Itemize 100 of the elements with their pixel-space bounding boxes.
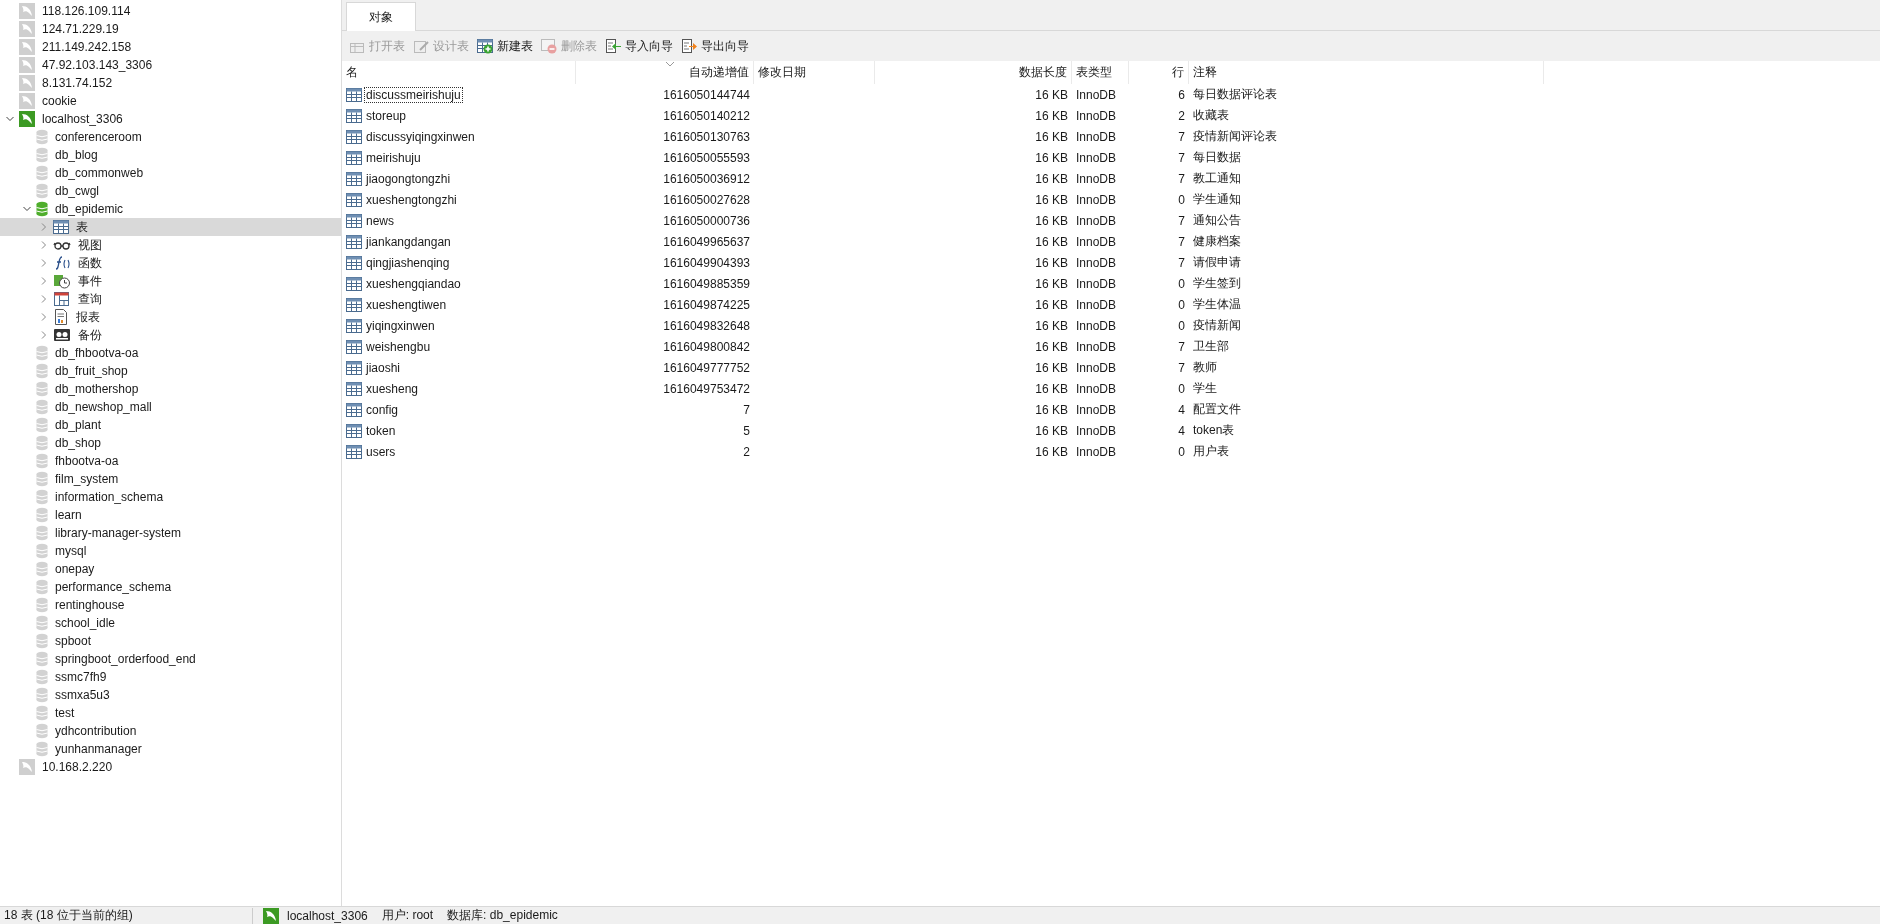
table-cell-text: 1616049777752 — [662, 359, 751, 377]
tree-item[interactable]: ssmxa5u3 — [0, 686, 341, 704]
tree-item[interactable]: 10.168.2.220 — [0, 758, 341, 776]
table-name[interactable]: config — [364, 401, 401, 418]
table-icon — [346, 107, 362, 124]
status-text: 数据库: db_epidemic — [447, 907, 558, 924]
table-name[interactable]: token — [364, 422, 398, 439]
column-header[interactable]: 数据长度 — [875, 61, 1072, 84]
tree-item[interactable]: 事件 — [0, 272, 341, 290]
tree-item[interactable]: db_commonweb — [0, 164, 341, 182]
table-cell-text: 16 KB — [1034, 338, 1069, 356]
tree-item[interactable]: film_system — [0, 470, 341, 488]
table-name[interactable]: jiaogongtongzhi — [364, 170, 453, 187]
table-name[interactable]: users — [364, 443, 398, 460]
table-name[interactable]: qingjiashenqing — [364, 254, 452, 271]
table-cell-text: 16 KB — [1034, 296, 1069, 314]
tree-item[interactable]: db_newshop_mall — [0, 398, 341, 416]
tree-item[interactable]: localhost_3306 — [0, 110, 341, 128]
column-header[interactable]: 修改日期 — [754, 61, 875, 84]
table-cell-text: 7 — [742, 401, 751, 419]
column-header[interactable]: 表类型 — [1072, 61, 1129, 84]
tree-item[interactable]: db_fhbootva-oa — [0, 344, 341, 362]
tree-item[interactable]: 查询 — [0, 290, 341, 308]
tree-item[interactable]: 表 — [0, 218, 341, 236]
tree-item[interactable]: springboot_orderfood_end — [0, 650, 341, 668]
toolbar-button[interactable]: 导出向导 — [678, 35, 752, 57]
tree-item[interactable]: db_cwgl — [0, 182, 341, 200]
table-cell-text: 健康档案 — [1192, 233, 1242, 250]
toolbar-button[interactable]: 新建表 — [474, 35, 536, 57]
tree-item[interactable]: ssmc7fh9 — [0, 668, 341, 686]
table-cell-text: 16 KB — [1034, 275, 1069, 293]
table-name[interactable]: weishengbu — [364, 338, 433, 355]
tree-item[interactable]: onepay — [0, 560, 341, 578]
table-name[interactable]: xueshengtongzhi — [364, 191, 459, 208]
tree-item[interactable]: rentinghouse — [0, 596, 341, 614]
tree-item[interactable]: 47.92.103.143_3306 — [0, 56, 341, 74]
tree-item[interactable]: 备份 — [0, 326, 341, 344]
clock-icon — [53, 273, 71, 289]
table-name[interactable]: yiqingxinwen — [364, 317, 437, 334]
tree-item[interactable]: 8.131.74.152 — [0, 74, 341, 92]
status-text: 用户: root — [381, 907, 434, 924]
tree-item[interactable]: 报表 — [0, 308, 341, 326]
tree-item[interactable]: performance_schema — [0, 578, 341, 596]
table-cell-text: 16 KB — [1034, 359, 1069, 377]
tree-item[interactable]: mysql — [0, 542, 341, 560]
table-cell-text: 16 KB — [1034, 422, 1069, 440]
tree-item[interactable]: cookie — [0, 92, 341, 110]
table-icon — [346, 86, 362, 103]
table-cell-text: InnoDB — [1075, 422, 1118, 440]
table-name[interactable]: news — [364, 212, 396, 229]
tree-item[interactable]: db_fruit_shop — [0, 362, 341, 380]
toolbar-button[interactable]: 导入向导 — [602, 35, 676, 57]
table-cell-text: 学生 — [1192, 380, 1218, 397]
table-icon — [53, 219, 69, 235]
table-icon — [346, 422, 362, 439]
column-header[interactable]: 名 — [344, 61, 576, 84]
table-cell-text: 学生通知 — [1192, 191, 1242, 208]
table-name[interactable]: meirishuju — [364, 149, 423, 166]
tree-item[interactable]: ydhcontribution — [0, 722, 341, 740]
tree-item[interactable]: 视图 — [0, 236, 341, 254]
table-name[interactable]: xuesheng — [364, 380, 421, 397]
table-cell-text: token表 — [1192, 422, 1236, 439]
table-cell-text: 6 — [1177, 86, 1186, 104]
column-header[interactable]: 行 — [1129, 61, 1189, 84]
tree-item[interactable]: db_plant — [0, 416, 341, 434]
tree-item[interactable]: db_blog — [0, 146, 341, 164]
column-header[interactable]: 自动递增值 — [576, 61, 754, 84]
tree-item[interactable]: fhbootva-oa — [0, 452, 341, 470]
table-cell-text: 通知公告 — [1192, 212, 1242, 229]
table-name[interactable]: jiaoshi — [364, 359, 403, 376]
table-cell-text: 1616049832648 — [662, 317, 751, 335]
table-cell-text: InnoDB — [1075, 128, 1118, 146]
tree-item[interactable]: 124.71.229.19 — [0, 20, 341, 38]
tree-item[interactable]: information_schema — [0, 488, 341, 506]
table-name[interactable]: discussmeirishuju — [364, 86, 463, 103]
tree-item[interactable]: db_shop — [0, 434, 341, 452]
table-cell-text: 16 KB — [1034, 233, 1069, 251]
table-name[interactable]: xueshengtiwen — [364, 296, 449, 313]
tree-item[interactable]: 211.149.242.158 — [0, 38, 341, 56]
table-cell-text: 0 — [1177, 275, 1186, 293]
tree-item[interactable]: db_epidemic — [0, 200, 341, 218]
column-header[interactable]: 注释 — [1189, 61, 1544, 84]
tree-item[interactable]: spboot — [0, 632, 341, 650]
tab[interactable]: 对象 — [346, 2, 416, 31]
tree-item[interactable]: test — [0, 704, 341, 722]
table-cell-text: 1616050144744 — [662, 86, 751, 104]
tree-item[interactable]: yunhanmanager — [0, 740, 341, 758]
table-name[interactable]: xueshengqiandao — [364, 275, 463, 292]
tree-item[interactable]: school_idle — [0, 614, 341, 632]
report-icon — [53, 309, 69, 325]
tree-item[interactable]: 118.126.109.114 — [0, 2, 341, 20]
table-name[interactable]: discussyiqingxinwen — [364, 128, 477, 145]
tree-item[interactable]: library-manager-system — [0, 524, 341, 542]
tree-item[interactable]: conferenceroom — [0, 128, 341, 146]
tree-item[interactable]: db_mothershop — [0, 380, 341, 398]
table-icon — [346, 233, 362, 250]
tree-item[interactable]: learn — [0, 506, 341, 524]
tree-item[interactable]: 函数 — [0, 254, 341, 272]
table-name[interactable]: storeup — [364, 107, 409, 124]
table-name[interactable]: jiankangdangan — [364, 233, 453, 250]
